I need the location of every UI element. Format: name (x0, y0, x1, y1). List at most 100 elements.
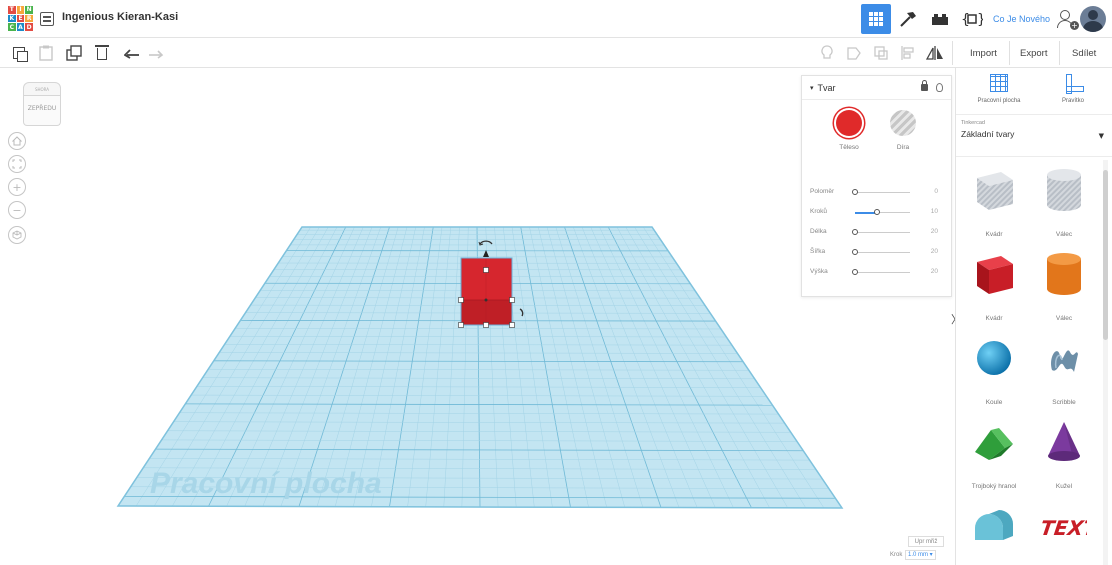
param-value[interactable]: 20 (931, 248, 938, 255)
design-list-icon[interactable] (40, 12, 54, 26)
align-button[interactable] (898, 43, 918, 63)
text-shape[interactable]: TEXTText (1034, 500, 1094, 565)
share-button[interactable]: Sdílet (1066, 42, 1102, 64)
lightbulb-icon[interactable] (936, 83, 943, 92)
group-button[interactable] (844, 43, 864, 63)
box-hole-shape[interactable]: Kvádr (964, 164, 1024, 244)
param-row: Šířka 20 (810, 246, 946, 260)
param-slider-track[interactable] (855, 252, 910, 253)
tinkercad-logo[interactable]: T I N K E R C A D (8, 6, 33, 31)
param-slider-track[interactable] (855, 232, 910, 233)
box-red-icon (964, 248, 1024, 300)
snap-grid-label: Krok (890, 552, 903, 558)
hole-swatch[interactable] (890, 110, 916, 136)
zoom-out-button[interactable]: − (8, 201, 26, 219)
shapes-scrollbar[interactable] (1103, 160, 1108, 565)
perspective-button[interactable] (8, 226, 26, 244)
shape-inspector: ▾ Tvar Těleso Díra Poloměr 0 Kroků 10 Délka 2… (801, 75, 952, 297)
fit-view-button[interactable] (8, 155, 26, 173)
group-icon (847, 47, 861, 60)
codeblocks-button[interactable]: { } (957, 4, 987, 34)
hole-option[interactable]: Díra (878, 110, 928, 151)
corner-handle[interactable] (509, 322, 515, 328)
copy-button[interactable] (9, 43, 29, 63)
sphere-shape[interactable]: Koule (964, 332, 1024, 412)
half-cylinder-shape[interactable]: Poloviční válec (964, 500, 1024, 565)
note-button[interactable] (817, 43, 837, 63)
viewcube[interactable]: SHORA ZEPŘEDU (23, 82, 61, 126)
param-value[interactable]: 10 (931, 208, 938, 215)
duplicate-button[interactable] (64, 43, 84, 63)
param-value[interactable]: 0 (934, 188, 938, 195)
param-slider-knob[interactable] (852, 189, 858, 195)
3d-view-button[interactable] (860, 4, 891, 34)
roof-shape[interactable]: Trojboký hranol (964, 416, 1024, 496)
cylinder-shape[interactable]: Válec (1034, 248, 1094, 328)
import-button[interactable]: Import (964, 42, 1003, 64)
avatar[interactable] (1080, 6, 1106, 32)
edit-toolbar: Import Export Sdílet (0, 38, 1112, 68)
shape-label: Kužel (1055, 483, 1073, 490)
undo-button[interactable] (122, 43, 142, 63)
cone-shape[interactable]: Kužel (1034, 416, 1094, 496)
shapes-panel: Pracovní plocha Pravítko Tinkercad Zákla… (955, 68, 1112, 565)
trash-icon (95, 45, 109, 60)
param-slider-knob[interactable] (852, 269, 858, 275)
halfcyl-icon (964, 500, 1024, 552)
viewcube-top[interactable]: SHORA (23, 82, 61, 96)
build-button[interactable] (893, 4, 923, 34)
param-slider-knob[interactable] (852, 249, 858, 255)
corner-handle[interactable] (458, 297, 464, 303)
zoom-in-button[interactable]: + (8, 178, 26, 196)
shape-library-select[interactable]: Tinkercad Základní tvary ▼ (961, 120, 1107, 148)
corner-handle[interactable] (458, 322, 464, 328)
code-blocks-icon: { } (961, 12, 983, 28)
scribble-shape[interactable]: Scribble (1034, 332, 1094, 412)
edit-grid-button[interactable]: Upr mřiž (908, 536, 944, 547)
whats-new-link[interactable]: Co Je Nového (993, 14, 1050, 24)
param-slider-knob[interactable] (852, 229, 858, 235)
mirror-button[interactable] (925, 43, 945, 63)
bricks-button[interactable] (925, 4, 955, 34)
height-handle[interactable] (483, 267, 489, 273)
inspector-title: Tvar (817, 82, 836, 93)
side-handle[interactable] (483, 322, 489, 328)
lock-icon[interactable] (921, 80, 928, 91)
box-shape[interactable]: Kvádr (964, 248, 1024, 328)
logo-letter: A (16, 23, 25, 31)
cone-icon (1034, 416, 1094, 468)
delete-button[interactable] (92, 43, 112, 63)
paste-button[interactable] (36, 43, 56, 63)
hammer-icon (900, 12, 916, 27)
param-value[interactable]: 20 (931, 268, 938, 275)
solid-color-swatch[interactable] (836, 110, 862, 136)
redo-button[interactable] (146, 43, 166, 63)
snap-grid-select[interactable]: 1.0 mm ▾ (905, 550, 936, 560)
export-button[interactable]: Export (1014, 42, 1053, 64)
param-row: Kroků 10 (810, 206, 946, 220)
logo-letter: C (8, 23, 16, 31)
ruler-tool[interactable]: Pravítko (1038, 74, 1108, 104)
param-slider-knob[interactable] (874, 209, 880, 215)
collapse-caret-icon[interactable]: ▾ (810, 84, 814, 92)
viewcube-front[interactable]: ZEPŘEDU (23, 96, 61, 126)
param-slider-track[interactable] (855, 192, 910, 193)
ungroup-button[interactable] (871, 43, 891, 63)
cyl-orange-icon (1034, 248, 1094, 300)
home-view-button[interactable] (8, 132, 26, 150)
redo-icon (149, 50, 164, 59)
svg-text:TEXT: TEXT (1041, 516, 1087, 540)
corner-handle[interactable] (509, 297, 515, 303)
top-right-controls: { } Co Je Nového + (860, 0, 1112, 38)
add-user-icon[interactable]: + (1056, 9, 1079, 30)
cylinder-hole-shape[interactable]: Válec (1034, 164, 1094, 244)
solid-option[interactable]: Těleso (824, 110, 874, 151)
inspector-header[interactable]: ▾ Tvar (802, 76, 951, 100)
param-value[interactable]: 20 (931, 228, 938, 235)
design-title[interactable]: Ingenious Kieran-Kasi (62, 11, 178, 23)
param-slider-track[interactable] (855, 272, 910, 273)
shape-label: Koule (985, 399, 1003, 406)
scribble-icon (1034, 332, 1094, 384)
workplane-tool[interactable]: Pracovní plocha (964, 74, 1034, 104)
ruler-icon (1064, 74, 1084, 94)
